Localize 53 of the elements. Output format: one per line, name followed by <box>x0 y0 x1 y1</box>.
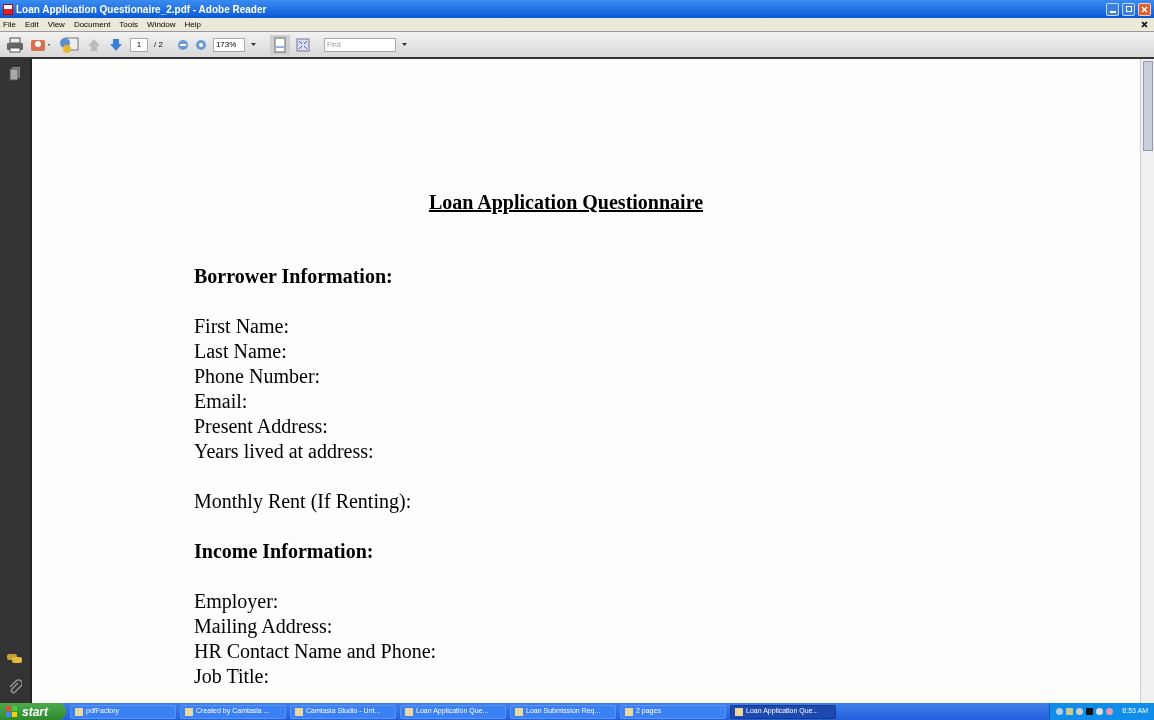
zoom-in-icon[interactable] <box>194 38 207 51</box>
comments-icon[interactable] <box>7 653 23 665</box>
minimize-button[interactable] <box>1106 2 1119 16</box>
menu-item[interactable]: View <box>47 18 65 31</box>
menu-item[interactable]: Document <box>73 18 111 31</box>
fit-width-icon[interactable] <box>269 34 290 55</box>
field-label: Monthly Rent (If Renting): <box>194 489 412 514</box>
window-icon <box>735 707 743 716</box>
close-document-icon[interactable] <box>1141 21 1148 28</box>
print-icon[interactable] <box>6 36 24 53</box>
start-button[interactable]: start <box>0 703 66 720</box>
field-label: Phone Number: <box>194 364 321 389</box>
window-icon <box>515 707 523 716</box>
pdf-icon <box>3 3 13 15</box>
find-caret-icon[interactable] <box>401 43 407 46</box>
menu-item[interactable]: Edit <box>24 18 39 31</box>
document-title: Loan Application Questionnaire <box>428 190 704 215</box>
window-icon <box>405 707 413 716</box>
window-icon <box>75 707 83 716</box>
paperclip-icon[interactable] <box>8 679 22 695</box>
field-label: Email: <box>194 389 248 414</box>
down-arrow-icon[interactable] <box>108 36 124 53</box>
field-label: First Name: <box>194 314 289 339</box>
zoom-out-icon[interactable] <box>176 38 189 51</box>
field-label: Present Address: <box>194 414 328 439</box>
close-button[interactable] <box>1138 2 1151 16</box>
window-title: Loan Application Questionaire_2.pdf - Adobe Reader <box>16 2 267 17</box>
flag-icon <box>6 705 18 718</box>
expand-tray-icon[interactable] <box>1056 708 1064 715</box>
window-icon <box>295 707 303 716</box>
field-label: Last Name: <box>194 339 287 364</box>
field-label: Mailing Address: <box>194 614 333 639</box>
menu-item[interactable]: Tools <box>119 18 139 31</box>
window-icon <box>625 707 633 716</box>
field-label: HR Contact Name and Phone: <box>194 639 437 664</box>
page-total: / 2 <box>154 38 163 51</box>
pages-icon[interactable] <box>9 67 21 81</box>
close-icon <box>1141 5 1148 13</box>
menu-item[interactable]: File <box>3 18 16 31</box>
section-heading: Borrower Information: <box>194 264 393 289</box>
restore-button[interactable] <box>1122 2 1135 16</box>
window-icon <box>185 707 193 716</box>
field-label: Job Title: <box>194 664 270 689</box>
fit-page-icon[interactable] <box>295 37 310 52</box>
field-label: Years lived at address: <box>194 439 374 464</box>
zoom-field[interactable]: 173% <box>212 37 245 52</box>
menu-item[interactable]: Window <box>147 18 176 31</box>
section-heading: Income Information: <box>194 539 374 564</box>
menu-item[interactable]: Help <box>184 18 201 31</box>
field-label: Employer: <box>194 589 279 614</box>
dropdown-caret-icon[interactable] <box>250 43 256 46</box>
scrollbar[interactable] <box>1140 59 1154 703</box>
page-number-field[interactable]: 1 <box>130 37 148 52</box>
